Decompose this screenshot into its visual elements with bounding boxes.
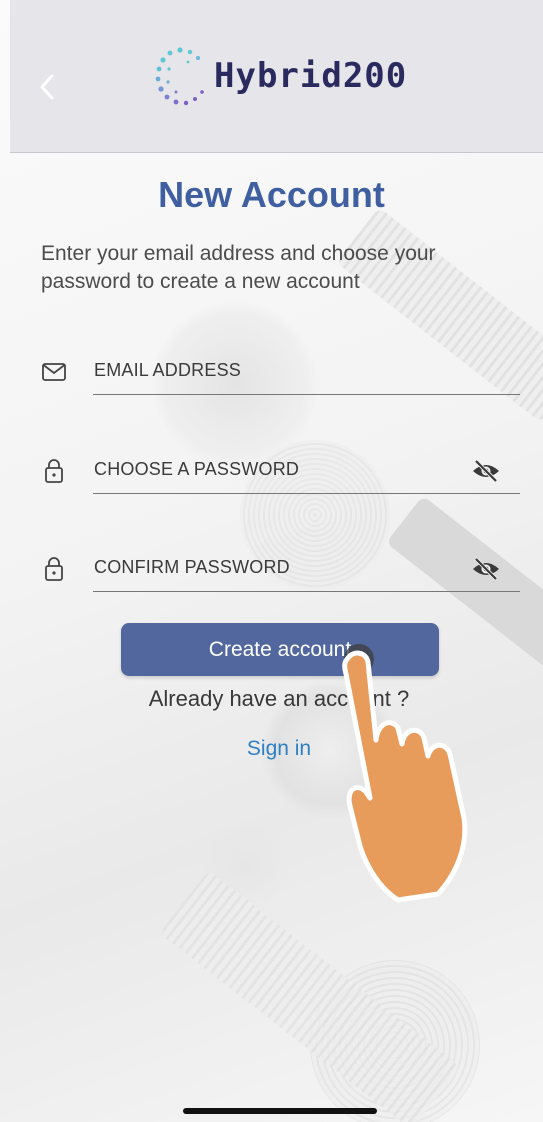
pointing-hand-icon xyxy=(326,648,486,908)
mail-icon xyxy=(40,358,68,386)
lock-icon xyxy=(40,457,68,485)
password-placeholder: CHOOSE A PASSWORD xyxy=(94,459,300,479)
page-title: New Account xyxy=(158,174,385,215)
home-indicator xyxy=(183,1108,377,1114)
logo-text: Hybrid200 xyxy=(214,56,408,96)
email-underline xyxy=(93,394,520,395)
email-placeholder: EMAIL ADDRESS xyxy=(94,360,241,380)
password-underline xyxy=(93,493,520,494)
confirm-password-placeholder: CONFIRM PASSWORD xyxy=(94,557,290,577)
confirm-password-underline xyxy=(93,591,520,592)
app-logo: Hybrid200 xyxy=(148,42,428,112)
eye-off-icon[interactable] xyxy=(470,555,502,583)
eye-off-icon[interactable] xyxy=(470,457,502,485)
page-subtitle: Enter your email address and choose your… xyxy=(41,242,436,293)
logo-mark-icon xyxy=(155,47,204,106)
email-field[interactable]: EMAIL ADDRESS xyxy=(40,346,520,406)
chevron-left-icon[interactable] xyxy=(36,72,60,102)
password-field[interactable]: CHOOSE A PASSWORD xyxy=(40,445,520,505)
confirm-password-field[interactable]: CONFIRM PASSWORD xyxy=(40,543,520,603)
screen: Hybrid200 New Account Enter your email a… xyxy=(0,0,543,1122)
lock-icon xyxy=(40,555,68,583)
app-header: Hybrid200 xyxy=(10,0,543,153)
